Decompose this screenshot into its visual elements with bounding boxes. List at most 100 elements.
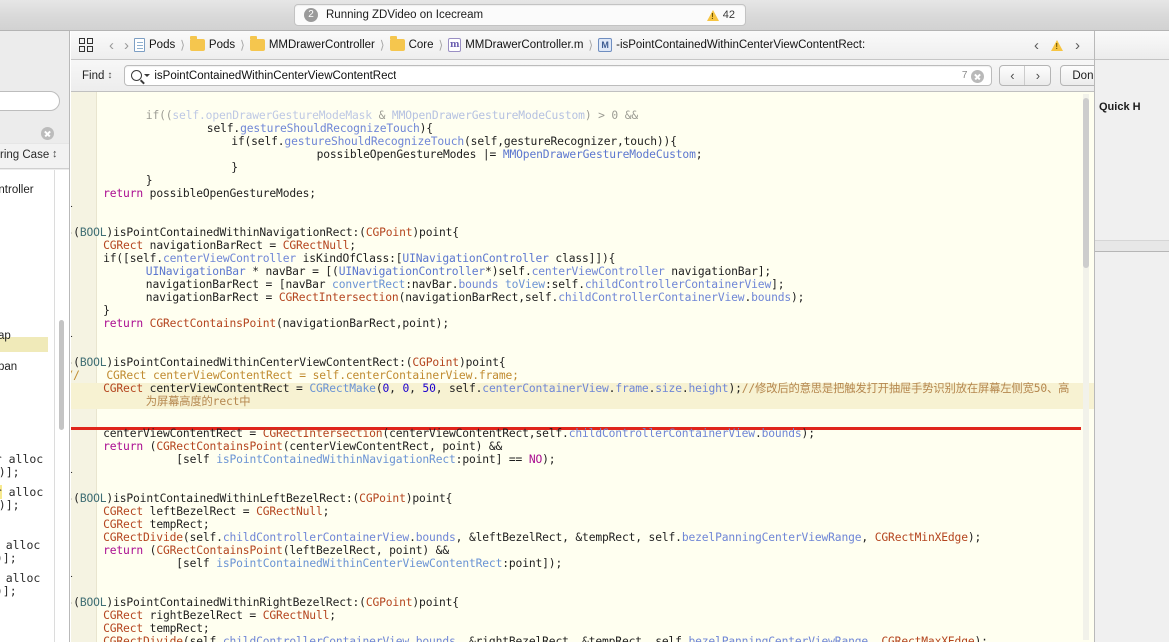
breadcrumb-item-core[interactable]: Core bbox=[389, 36, 434, 51]
code-token: if( bbox=[231, 135, 252, 148]
code-line[interactable]: return CGRectContainsPoint(navigationBar… bbox=[103, 317, 449, 331]
code-line[interactable]: CGRect centerViewContentRect = CGRectMak… bbox=[103, 382, 1069, 396]
code-line[interactable]: -(BOOL)isPointContainedWithinNavigationR… bbox=[71, 226, 459, 240]
list-item[interactable]: k:)]; bbox=[0, 584, 17, 598]
find-mode-selector[interactable]: Find ↕ bbox=[82, 70, 112, 82]
code-line[interactable]: } bbox=[103, 304, 110, 318]
list-item[interactable]: pan bbox=[0, 361, 17, 373]
breadcrumb-item-mmdrawercontroller[interactable]: MMDrawerController bbox=[249, 36, 375, 51]
stepper-icon[interactable]: ↕ bbox=[52, 149, 58, 160]
code-token: ]; bbox=[771, 278, 785, 291]
code-token: navigationBar]; bbox=[664, 265, 772, 278]
code-token: (centerViewContentRect,self. bbox=[382, 427, 569, 440]
code-token: CGRect bbox=[103, 622, 144, 635]
code-token: ; bbox=[695, 148, 703, 161]
code-line[interactable]: return possibleOpenGestureModes; bbox=[103, 187, 316, 201]
clear-icon[interactable] bbox=[41, 127, 54, 140]
list-item[interactable]: izer alloc bbox=[0, 452, 43, 466]
code-line[interactable]: } bbox=[71, 466, 73, 480]
code-line[interactable]: CGRect rightBezelRect = CGRectNull; bbox=[103, 609, 336, 623]
navigator-results-list[interactable]: ontroller ap pan izer alloc ck:)]; izer … bbox=[0, 170, 69, 642]
list-item[interactable]: zer alloc bbox=[0, 538, 40, 552]
code-line[interactable]: navigationBarRect = CGRectIntersection(n… bbox=[146, 291, 805, 305]
code-token: return bbox=[103, 317, 144, 330]
code-line[interactable]: CGRect tempRect; bbox=[103, 518, 210, 532]
code-line[interactable]: } bbox=[146, 174, 153, 188]
code-line[interactable]: [self isPointContainedWithinCenterViewCo… bbox=[176, 557, 562, 571]
code-token: ( bbox=[143, 440, 157, 453]
breadcrumb-item-pods-project[interactable]: Pods bbox=[134, 38, 175, 52]
code-line[interactable]: -(BOOL)isPointContainedWithinRightBezelR… bbox=[71, 596, 459, 610]
code-line[interactable]: centerViewContentRect = CGRectIntersecti… bbox=[103, 427, 815, 441]
warning-triangle-icon[interactable] bbox=[1051, 39, 1063, 51]
code-token: } bbox=[71, 466, 73, 479]
navigator-search-field[interactable] bbox=[0, 91, 60, 111]
code-line[interactable]: CGRect navigationBarRect = CGRectNull; bbox=[103, 239, 356, 253]
chevron-right-icon[interactable]: › bbox=[1025, 66, 1050, 85]
list-item[interactable]: ck:)]; bbox=[0, 498, 20, 512]
code-token: -( bbox=[71, 356, 80, 369]
breadcrumb-item-file[interactable]: m MMDrawerController.m bbox=[448, 38, 583, 52]
code-line[interactable]: CGRectDivide(self.childControllerContain… bbox=[103, 635, 988, 642]
breadcrumb-item-method[interactable]: M -isPointContainedWithinCenterViewConte… bbox=[598, 38, 865, 52]
chevron-left-icon[interactable]: ‹ bbox=[1034, 38, 1039, 53]
code-line[interactable]: -(BOOL)isPointContainedWithinCenterViewC… bbox=[71, 356, 506, 370]
code-line[interactable]: if([self.centerViewController isKindOfCl… bbox=[103, 252, 615, 266]
code-token: // CGRect centerViewContentRect = self.c… bbox=[71, 369, 519, 382]
chevron-left-icon[interactable]: ‹ bbox=[109, 38, 114, 53]
code-line[interactable]: return (CGRectContainsPoint(leftBezelRec… bbox=[103, 544, 449, 558]
code-token: ); bbox=[542, 453, 556, 466]
editor-scrollbar-thumb[interactable] bbox=[1083, 98, 1089, 268]
code-line[interactable]: [self isPointContainedWithinNavigationRe… bbox=[176, 453, 556, 467]
chevron-left-icon[interactable]: ‹ bbox=[1000, 66, 1026, 85]
code-line[interactable]: CGRect leftBezelRect = CGRectNull; bbox=[103, 505, 330, 519]
code-line[interactable]: } bbox=[71, 200, 73, 214]
inspector-selector-bar[interactable] bbox=[1095, 31, 1169, 60]
code-token: gestureShouldRecognizeTouch bbox=[284, 135, 465, 148]
list-item[interactable]: k:)]; bbox=[0, 551, 17, 565]
code-line[interactable]: } bbox=[71, 330, 73, 344]
list-item[interactable]: ck:)]; bbox=[0, 465, 20, 479]
code-line[interactable]: -(BOOL)isPointContainedWithinLeftBezelRe… bbox=[71, 492, 452, 506]
list-item[interactable]: zer alloc bbox=[0, 571, 41, 585]
breadcrumb-item-pods-folder[interactable]: Pods bbox=[189, 36, 235, 51]
code-token: isKindOfClass:[ bbox=[296, 252, 403, 265]
chevron-down-icon[interactable] bbox=[144, 74, 151, 77]
search-input[interactable]: isPointContainedWithinCenterViewContentR… bbox=[124, 65, 993, 86]
code-line[interactable]: } bbox=[71, 570, 73, 584]
code-token: CGRectMake bbox=[309, 382, 376, 395]
clear-icon[interactable] bbox=[971, 70, 985, 83]
chevron-right-icon[interactable]: › bbox=[124, 38, 129, 53]
code-line[interactable]: 为屏幕高度的rect中 bbox=[146, 395, 251, 409]
code-line[interactable]: UINavigationBar * navBar = [(UINavigatio… bbox=[146, 265, 772, 279]
code-token: self. bbox=[206, 122, 241, 135]
list-item[interactable]: izer alloc bbox=[0, 485, 43, 499]
code-line[interactable]: } bbox=[231, 161, 238, 175]
chevron-right-icon[interactable]: › bbox=[1075, 38, 1080, 53]
code-token: bounds bbox=[458, 278, 499, 291]
code-token: tempRect; bbox=[143, 518, 210, 531]
code-line[interactable]: navigationBarRect = [navBar convertRect:… bbox=[146, 278, 785, 292]
list-item[interactable]: ap bbox=[0, 330, 11, 342]
code-token: ( bbox=[143, 544, 157, 557]
code-line[interactable]: // CGRect centerViewContentRect = self.c… bbox=[71, 369, 519, 383]
find-navigation-segments[interactable]: ‹ › bbox=[999, 65, 1052, 86]
code-line[interactable]: CGRect tempRect; bbox=[103, 622, 210, 636]
navigator-scrollbar-thumb[interactable] bbox=[59, 320, 64, 430]
code-line[interactable]: if((self.openDrawerGestureModeMask & MMO… bbox=[146, 109, 638, 123]
code-line[interactable]: possibleOpenGestureModes |= MMOpenDrawer… bbox=[317, 148, 703, 162]
related-items-grid-icon[interactable] bbox=[79, 37, 95, 53]
breadcrumb-label: MMDrawerController bbox=[268, 39, 375, 51]
activity-status-pill[interactable]: 2 Running ZDVideo on Icecream 42 bbox=[294, 4, 746, 26]
code-token: (self. bbox=[182, 635, 223, 642]
list-item[interactable]: ontroller bbox=[0, 184, 34, 196]
code-line[interactable]: if(self.gestureShouldRecognizeTouch(self… bbox=[231, 135, 677, 149]
code-line[interactable]: return (CGRectContainsPoint(centerViewCo… bbox=[103, 440, 502, 454]
code-token: ; bbox=[322, 505, 330, 518]
code-line[interactable]: self.gestureShouldRecognizeTouch){ bbox=[206, 122, 433, 136]
folder-icon bbox=[249, 36, 265, 51]
code-line[interactable]: CGRectDivide(self.childControllerContain… bbox=[103, 531, 981, 545]
warning-status[interactable]: 42 bbox=[706, 9, 735, 21]
source-editor[interactable]: if((self.openDrawerGestureModeMask & MMO… bbox=[71, 92, 1094, 642]
